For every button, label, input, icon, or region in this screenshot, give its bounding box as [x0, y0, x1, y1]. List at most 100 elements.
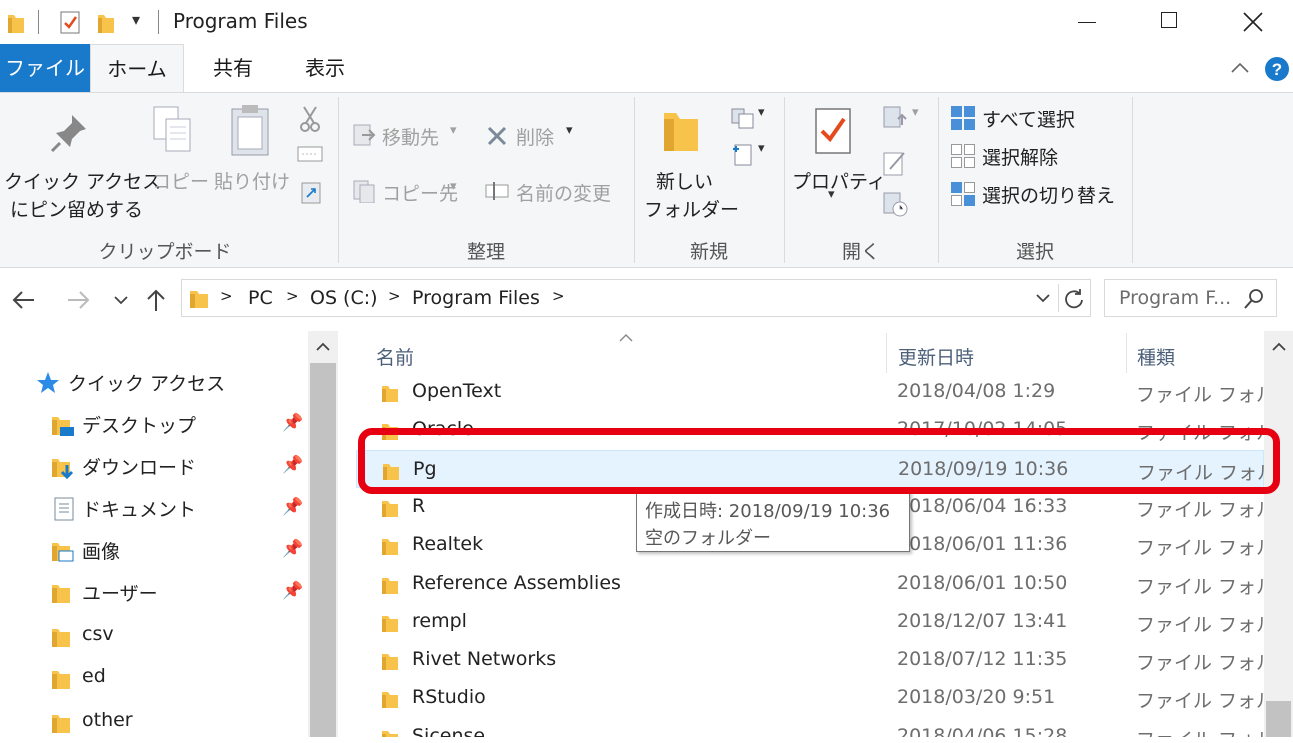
breadcrumb-separator[interactable]: > [552, 287, 565, 305]
table-row[interactable]: OpenText 2018/04/08 1:29 ファイル フォルダー [356, 373, 1264, 411]
properties-label: プロパティ [792, 171, 886, 193]
breadcrumb-separator[interactable]: > [286, 287, 299, 305]
column-separator[interactable] [886, 333, 887, 373]
select-none-button[interactable]: 選択解除 [948, 141, 1128, 173]
pin-icon[interactable]: 📌 [282, 497, 303, 517]
nav-item-documents[interactable]: ドキュメント 📌 [0, 487, 305, 529]
pin-icon[interactable]: 📌 [282, 581, 303, 601]
breadcrumb-program-files[interactable]: Program Files [412, 287, 540, 309]
column-separator[interactable] [1126, 333, 1127, 373]
rename-button[interactable]: 名前の変更 [482, 175, 622, 207]
edit-icon[interactable] [882, 149, 908, 177]
table-row[interactable]: Reference Assemblies 2018/06/01 10:50 ファイル… [356, 565, 1264, 603]
paste-button[interactable]: 貼り付け [208, 93, 292, 203]
copy-to-icon [353, 180, 375, 203]
pin-icon[interactable]: 📌 [282, 539, 303, 559]
table-row[interactable]: Sicense 2018/04/06 15:28 ファイル フォルダー [356, 718, 1264, 737]
file-name: OpenText [412, 380, 502, 402]
address-bar[interactable]: > PC > OS (C:) > Program Files > [181, 279, 1091, 317]
pin-icon[interactable]: 📌 [282, 413, 303, 433]
new-folder-button[interactable]: 新しい フォルダー [640, 93, 739, 223]
invert-selection-button[interactable]: 選択の切り替え [948, 179, 1128, 211]
pin-icon[interactable]: 📌 [282, 455, 303, 475]
select-all-icon [951, 106, 975, 130]
nav-scrollbar[interactable] [308, 331, 338, 737]
group-separator [1132, 97, 1133, 263]
history-icon[interactable] [882, 191, 910, 219]
properties-check-icon[interactable] [58, 9, 82, 35]
paste-shortcut-icon[interactable] [300, 179, 322, 205]
file-list-scrollbar[interactable] [1264, 331, 1293, 737]
close-button[interactable] [1210, 0, 1292, 44]
document-icon [54, 497, 74, 521]
column-header-name[interactable]: 名前 [376, 343, 414, 370]
nav-label: csv [82, 623, 114, 645]
table-row[interactable]: rempl 2018/12/07 13:41 ファイル フォルダー [356, 603, 1264, 641]
new-folder-quick-icon[interactable] [96, 9, 116, 35]
file-name: Reference Assemblies [412, 571, 621, 594]
up-arrow-icon[interactable] [144, 287, 168, 313]
properties-button[interactable]: プロパティ ▾ [790, 93, 886, 223]
divider [38, 10, 39, 34]
select-none-icon [951, 144, 975, 168]
nav-quick-access[interactable]: クイック アクセス [0, 361, 305, 403]
nav-item-desktop[interactable]: デスクトップ 📌 [0, 403, 305, 445]
copy-button[interactable]: コピー [146, 93, 209, 203]
invert-selection-icon [951, 182, 975, 206]
tab-share[interactable]: 共有 [190, 44, 276, 92]
move-to-button[interactable]: 移動先 ▾ [350, 119, 470, 151]
new-item-icon [731, 108, 754, 129]
file-modified: 2018/04/08 1:29 [897, 380, 1056, 402]
nav-item-csv[interactable]: csv [0, 615, 305, 657]
forward-arrow-icon[interactable] [66, 289, 92, 311]
breadcrumb-drive[interactable]: OS (C:) [310, 287, 378, 309]
copy-path-icon[interactable] [297, 145, 323, 163]
breadcrumb-pc[interactable]: PC [248, 287, 273, 309]
file-list-scroll-thumb[interactable] [1266, 701, 1291, 737]
nav-item-user[interactable]: ユーザー 📌 [0, 571, 305, 613]
column-header-type[interactable]: 種類 [1137, 343, 1175, 370]
copy-to-button[interactable]: コピー先 ▾ [350, 175, 470, 207]
search-icon[interactable] [1243, 288, 1265, 310]
nav-item-downloads[interactable]: ダウンロード 📌 [0, 445, 305, 487]
new-item-button[interactable]: ▾ [728, 105, 774, 133]
cut-icon[interactable] [298, 105, 322, 133]
open-button[interactable]: ▾ [882, 105, 926, 133]
breadcrumb-separator[interactable]: > [220, 287, 233, 305]
folder-icon [52, 715, 70, 733]
tab-view[interactable]: 表示 [282, 44, 368, 92]
move-to-label: 移動先 [382, 127, 440, 149]
recent-locations-chevron-icon[interactable] [112, 293, 130, 307]
maximize-button[interactable] [1128, 0, 1210, 44]
scroll-up-icon[interactable] [1270, 339, 1288, 353]
delete-button[interactable]: 削除 ▾ [482, 119, 582, 151]
minimize-button[interactable] [1046, 0, 1128, 44]
quick-access-dropdown[interactable]: ▾ [132, 10, 140, 29]
ribbon: クイック アクセス にピン留めする コピー 貼り付け クリップボード 移動先 ▾… [0, 92, 1293, 268]
open-group-label: 開く [841, 241, 880, 263]
nav-item-pictures[interactable]: 画像 📌 [0, 529, 305, 571]
address-history-chevron-icon[interactable] [1034, 292, 1052, 306]
tab-home[interactable]: ホーム [90, 44, 184, 92]
table-row[interactable]: Rivet Networks 2018/07/12 11:35 ファイル フォルダー [356, 641, 1264, 679]
nav-scroll-thumb[interactable] [310, 363, 336, 737]
download-folder-icon [52, 459, 74, 479]
back-arrow-icon[interactable] [10, 289, 36, 311]
help-icon[interactable]: ? [1264, 56, 1290, 82]
pin-to-quick-access-button[interactable]: クイック アクセス にピン留めする [0, 93, 161, 233]
collapse-ribbon-icon[interactable] [1230, 60, 1250, 74]
delete-x-icon [487, 126, 507, 146]
tab-file[interactable]: ファイル [0, 44, 90, 92]
table-row[interactable]: RStudio 2018/03/20 9:51 ファイル フォルダー [356, 679, 1264, 717]
tooltip-created-date: 作成日時: 2018/09/19 10:36 [645, 501, 891, 522]
column-header-modified[interactable]: 更新日時 [898, 343, 974, 370]
folder-icon [382, 615, 398, 632]
refresh-icon[interactable] [1062, 286, 1086, 310]
select-all-button[interactable]: すべて選択 [948, 103, 1128, 135]
search-box[interactable]: Program F... [1104, 279, 1277, 317]
breadcrumb-separator[interactable]: > [388, 287, 401, 305]
scroll-up-icon[interactable] [314, 339, 332, 353]
nav-item-ed[interactable]: ed [0, 657, 305, 699]
folder-icon [382, 654, 398, 671]
easy-access-button[interactable]: ▾ [728, 141, 774, 169]
